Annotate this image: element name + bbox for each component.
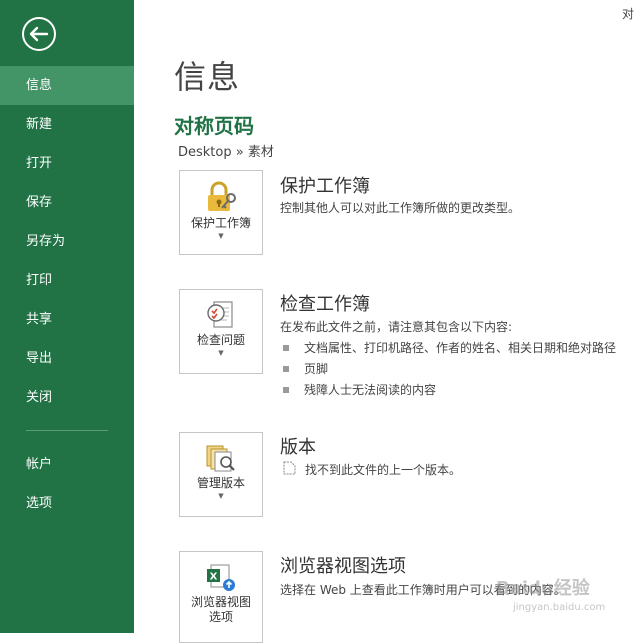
- document-path: Desktop » 素材: [178, 145, 274, 160]
- document-name: 对称页码: [174, 114, 254, 138]
- protect-workbook-label: 保护工作簿: [190, 216, 251, 230]
- manage-versions-icon: [206, 445, 235, 472]
- dropdown-caret-icon: ▼: [218, 492, 224, 500]
- bullet-square-icon: [283, 386, 289, 393]
- nav-divider: [26, 430, 108, 431]
- inspect-bullet-item: 残障人士无法阅读的内容: [283, 381, 436, 398]
- excel-browser-view-icon: X: [207, 564, 235, 591]
- manage-versions-button[interactable]: 管理版本 ▼: [179, 432, 263, 517]
- inspect-workbook-title: 检查工作簿: [280, 294, 370, 315]
- nav-item-save-as[interactable]: 另存为: [0, 222, 134, 261]
- nav-item-save[interactable]: 保存: [0, 183, 134, 222]
- version-file-icon: [283, 461, 296, 475]
- manage-versions-label: 管理版本: [196, 476, 245, 490]
- nav-item-account[interactable]: 帐户: [0, 445, 134, 484]
- check-issues-label: 检查问题: [196, 333, 245, 347]
- nav-item-export[interactable]: 导出: [0, 339, 134, 378]
- bullet-square-icon: [283, 344, 289, 351]
- inspect-bullet-item: 页脚: [283, 360, 328, 377]
- browser-view-options-label: 浏览器视图选项: [190, 595, 251, 624]
- lock-key-icon: [208, 181, 236, 211]
- protect-workbook-title: 保护工作簿: [280, 176, 370, 197]
- bullet-square-icon: [283, 365, 289, 372]
- nav-item-share[interactable]: 共享: [0, 300, 134, 339]
- back-arrow-icon[interactable]: [21, 16, 57, 52]
- versions-title: 版本: [280, 437, 316, 458]
- nav-item-new[interactable]: 新建: [0, 105, 134, 144]
- dropdown-caret-icon: ▼: [218, 349, 224, 357]
- dropdown-caret-icon: ▼: [218, 232, 224, 240]
- protect-workbook-description: 控制其他人可以对此工作簿所做的更改类型。: [280, 201, 521, 215]
- check-issues-button[interactable]: 检查问题 ▼: [179, 289, 263, 374]
- svg-text:X: X: [210, 572, 218, 583]
- nav-item-print[interactable]: 打印: [0, 261, 134, 300]
- backstage-nav: 信息 新建 打开 保存 另存为 打印 共享 导出 关闭 帐户 选项: [0, 66, 134, 523]
- inspect-document-icon: [207, 301, 233, 328]
- inspect-bullet-item: 文档属性、打印机路径、作者的姓名、相关日期和绝对路径: [283, 339, 616, 356]
- browser-view-options-title: 浏览器视图选项: [280, 556, 406, 577]
- backstage-sidebar: 信息 新建 打开 保存 另存为 打印 共享 导出 关闭 帐户 选项: [0, 0, 134, 633]
- nav-item-options[interactable]: 选项: [0, 484, 134, 523]
- browser-view-options-button[interactable]: X 浏览器视图选项: [179, 551, 263, 643]
- page-title: 信息: [174, 58, 241, 96]
- nav-item-open[interactable]: 打开: [0, 144, 134, 183]
- nav-item-close[interactable]: 关闭: [0, 378, 134, 417]
- protect-workbook-button[interactable]: 保护工作簿 ▼: [179, 170, 263, 255]
- inspect-workbook-description: 在发布此文件之前，请注意其包含以下内容:: [280, 320, 513, 334]
- window-title-fragment: 对: [621, 7, 634, 21]
- watermark-url: jingyan.baidu.com: [513, 602, 606, 613]
- nav-item-info[interactable]: 信息: [0, 66, 134, 105]
- versions-description: 找不到此文件的上一个版本。: [305, 463, 462, 477]
- watermark-logo: Baidu经验: [496, 578, 590, 599]
